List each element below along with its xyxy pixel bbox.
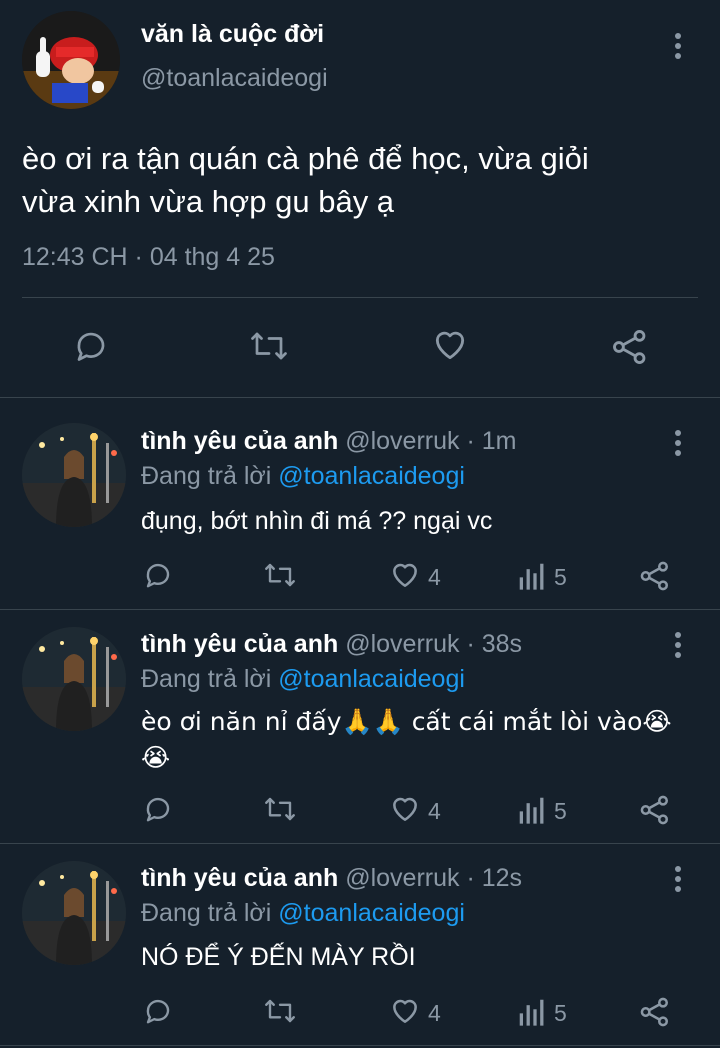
replying-to: Đang trả lời @toanlacaideogi <box>141 462 465 491</box>
more-vertical-icon[interactable] <box>671 31 685 61</box>
main-author-handle[interactable]: @toanlacaideogi <box>141 64 328 93</box>
more-vertical-icon[interactable] <box>671 630 685 660</box>
main-tweet-text-line2: vừa xinh vừa hợp gu bây ạ <box>22 184 395 219</box>
main-tweet-timestamp[interactable]: 12:43 CH · 04 thg 4 25 <box>22 243 275 272</box>
views-icon[interactable] <box>518 795 546 825</box>
replying-label: Đang trả lời <box>141 899 272 927</box>
replying-handle-link[interactable]: @toanlacaideogi <box>278 899 465 927</box>
retweet-icon[interactable] <box>249 328 289 364</box>
reply-text: NÓ ĐỂ Ý ĐẾN MÀY RỒI <box>141 939 681 975</box>
more-vertical-icon[interactable] <box>671 428 685 458</box>
reply-icon[interactable] <box>73 328 109 364</box>
share-icon[interactable] <box>639 996 671 1028</box>
reply-author-avatar[interactable] <box>22 627 126 731</box>
reply-text-line1: NÓ ĐỂ Ý ĐẾN MÀY RỒI <box>141 943 416 971</box>
main-tweet-text: èo ơi ra tận quán cà phê để học, vừa giỏ… <box>22 137 589 223</box>
reply-text-line2: 😭 <box>141 743 171 772</box>
retweet-icon[interactable] <box>263 560 297 590</box>
reply-icon[interactable] <box>143 996 173 1026</box>
divider <box>0 609 720 610</box>
reply-text: èo ơi năn nỉ đấy🙏🙏 cất cái mắt lòi vào😭 … <box>141 704 701 776</box>
reply-handle-time[interactable]: @loverruk · 38s <box>345 630 522 658</box>
replying-to: Đang trả lời @toanlacaideogi <box>141 899 465 928</box>
reply-author-avatar[interactable] <box>22 423 126 527</box>
more-vertical-icon[interactable] <box>671 864 685 894</box>
replying-handle-link[interactable]: @toanlacaideogi <box>278 665 465 693</box>
replying-label: Đang trả lời <box>141 462 272 490</box>
reply-header: tình yêu của anh @loverruk · 12s <box>141 864 522 893</box>
reply-header: tình yêu của anh @loverruk · 1m <box>141 427 516 456</box>
like-count: 4 <box>428 564 441 590</box>
divider <box>22 297 698 298</box>
divider <box>0 843 720 844</box>
reply-icon[interactable] <box>143 560 173 590</box>
share-icon[interactable] <box>639 560 671 592</box>
main-author-name[interactable]: văn là cuộc đời <box>141 20 324 49</box>
retweet-icon[interactable] <box>263 996 297 1026</box>
reply-author-name[interactable]: tình yêu của anh <box>141 630 338 658</box>
share-icon[interactable] <box>639 794 671 826</box>
main-author-avatar[interactable] <box>22 11 120 109</box>
reply-text: đụng, bớt nhìn đi má ?? ngại vc <box>141 503 681 539</box>
reply-handle-time[interactable]: @loverruk · 1m <box>345 427 516 455</box>
heart-icon[interactable] <box>431 326 469 364</box>
views-icon[interactable] <box>518 997 546 1027</box>
share-icon[interactable] <box>611 328 649 366</box>
retweet-icon[interactable] <box>263 794 297 824</box>
reply-header: tình yêu của anh @loverruk · 38s <box>141 630 522 659</box>
reply-text-line1: đụng, bớt nhìn đi má ?? ngại vc <box>141 507 493 535</box>
view-count: 5 <box>554 564 567 590</box>
reply-text-line1: èo ơi năn nỉ đấy🙏🙏 cất cái mắt lòi vào😭 <box>141 707 672 736</box>
heart-icon[interactable] <box>389 793 421 825</box>
view-count: 5 <box>554 798 567 824</box>
like-count: 4 <box>428 798 441 824</box>
divider <box>0 397 720 398</box>
like-count: 4 <box>428 1000 441 1026</box>
views-icon[interactable] <box>518 561 546 591</box>
replying-to: Đang trả lời @toanlacaideogi <box>141 665 465 694</box>
reply-handle-time[interactable]: @loverruk · 12s <box>345 864 522 892</box>
reply-author-name[interactable]: tình yêu của anh <box>141 864 338 892</box>
heart-icon[interactable] <box>389 995 421 1027</box>
reply-author-avatar[interactable] <box>22 861 126 965</box>
replying-label: Đang trả lời <box>141 665 272 693</box>
heart-icon[interactable] <box>389 559 421 591</box>
divider <box>0 1045 720 1046</box>
replying-handle-link[interactable]: @toanlacaideogi <box>278 462 465 490</box>
view-count: 5 <box>554 1000 567 1026</box>
main-tweet-text-line1: èo ơi ra tận quán cà phê để học, vừa giỏ… <box>22 141 589 176</box>
reply-author-name[interactable]: tình yêu của anh <box>141 427 338 455</box>
reply-icon[interactable] <box>143 794 173 824</box>
